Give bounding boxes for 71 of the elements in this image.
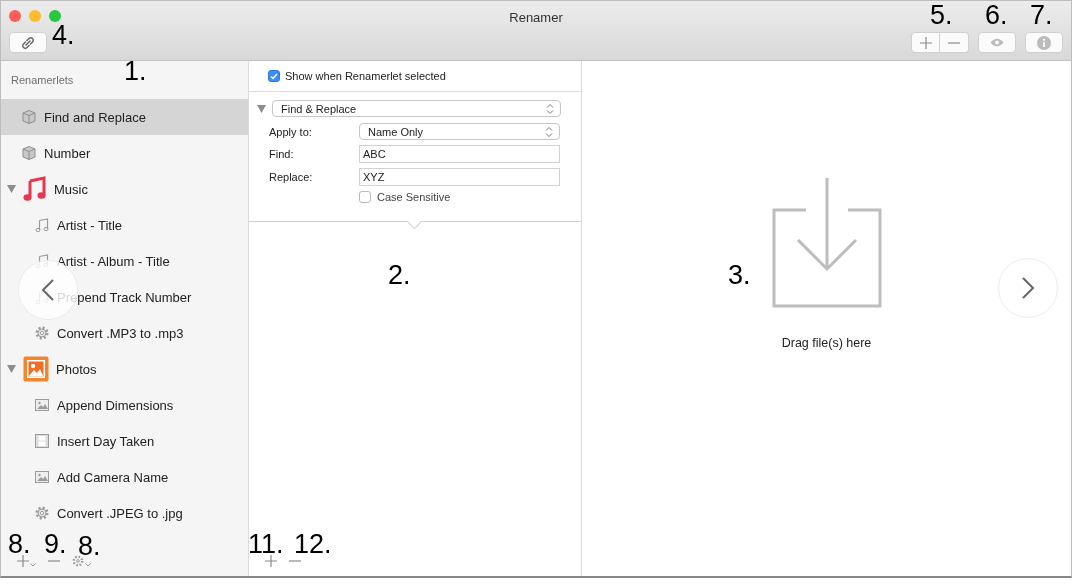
link-button[interactable] (9, 32, 47, 53)
checkbox[interactable] (268, 70, 280, 82)
eye-icon (990, 38, 1004, 47)
sidebar-header: Renamerlets (11, 74, 74, 86)
checkbox-label: Case Sensitive (377, 191, 451, 203)
checkbox-label: Show when Renamerlet selected (285, 70, 446, 82)
find-field[interactable]: ABC (359, 145, 560, 163)
music-note-icon (23, 176, 47, 202)
annotation-number: 8. (78, 533, 101, 560)
plus-icon[interactable] (265, 555, 277, 567)
annotation-number: 7. (1030, 2, 1053, 29)
cube-icon (21, 145, 37, 161)
annotation-number: 8. (8, 531, 31, 558)
annotation-number: 3. (728, 262, 751, 289)
gear-icon (34, 325, 50, 341)
sidebar-item[interactable]: Append Dimensions (1, 387, 248, 423)
sidebar-item[interactable]: Convert .MP3 to .mp3 (1, 315, 248, 351)
add-button[interactable] (911, 32, 940, 53)
preview-button[interactable] (978, 32, 1016, 53)
photo-icon (23, 356, 49, 382)
sidebar-item[interactable]: Number (1, 135, 248, 171)
sidebar-item[interactable]: Music (1, 171, 248, 207)
sidebar-item[interactable]: Find and Replace (1, 99, 248, 135)
checkbox[interactable] (359, 191, 371, 203)
plus-icon[interactable] (919, 36, 932, 49)
drop-hint: Drag file(s) here (781, 335, 872, 350)
annotation-number: 12. (294, 531, 332, 558)
field-label: Apply to: (269, 125, 313, 138)
annotation-number: 5. (930, 2, 953, 29)
link-icon (21, 35, 35, 50)
sidebar-item[interactable]: Add Camera Name (1, 459, 248, 495)
annotation-number: 2. (388, 262, 411, 289)
annotation-number: 1. (124, 58, 147, 85)
remove-button[interactable] (940, 32, 969, 53)
info-button[interactable] (1025, 32, 1063, 53)
info-icon (1037, 35, 1051, 50)
film-icon (34, 433, 50, 449)
disclosure-triangle-icon[interactable] (7, 185, 16, 193)
caret-icon[interactable] (85, 563, 91, 567)
updown-arrows-icon (545, 125, 553, 138)
caret-icon[interactable] (30, 563, 36, 567)
download-tray-icon (771, 177, 882, 308)
music-note-icon (34, 217, 50, 233)
minimize-button[interactable] (29, 10, 41, 22)
image-icon (34, 397, 50, 413)
gear-icon (34, 505, 50, 521)
sidebar-item[interactable]: Convert .JPEG to .jpg (1, 495, 248, 531)
field-label: Replace: (269, 171, 314, 183)
renamerlet-dropdown[interactable]: Find & Replace (272, 100, 561, 117)
sidebar-item[interactable]: Insert Day Taken (1, 423, 248, 459)
sidebar-item[interactable]: Photos (1, 351, 248, 387)
replace-field[interactable]: XYZ (359, 168, 560, 186)
annotation-number: 4. (52, 22, 75, 49)
annotation-number: 9. (44, 531, 67, 558)
add-icon[interactable] (17, 555, 29, 567)
disclosure-triangle-icon[interactable] (7, 365, 16, 373)
apply-to-dropdown[interactable]: Name Only (359, 123, 560, 140)
chevron-left-icon (41, 278, 55, 302)
updown-arrows-icon (546, 102, 554, 115)
close-button[interactable] (9, 10, 21, 22)
disclosure-triangle-icon[interactable] (257, 104, 266, 113)
sidebar-item[interactable]: Artist - Title (1, 207, 248, 243)
cube-icon (21, 109, 37, 125)
chevron-right-icon (1021, 276, 1035, 300)
image-icon (34, 469, 50, 485)
gear-icon[interactable] (72, 555, 84, 567)
zoom-button[interactable] (49, 10, 61, 22)
window-title: Renamer (509, 10, 563, 25)
annotation-number: 11. (248, 531, 284, 558)
annotation-number: 6. (985, 2, 1008, 29)
field-label: Find: (269, 148, 295, 160)
